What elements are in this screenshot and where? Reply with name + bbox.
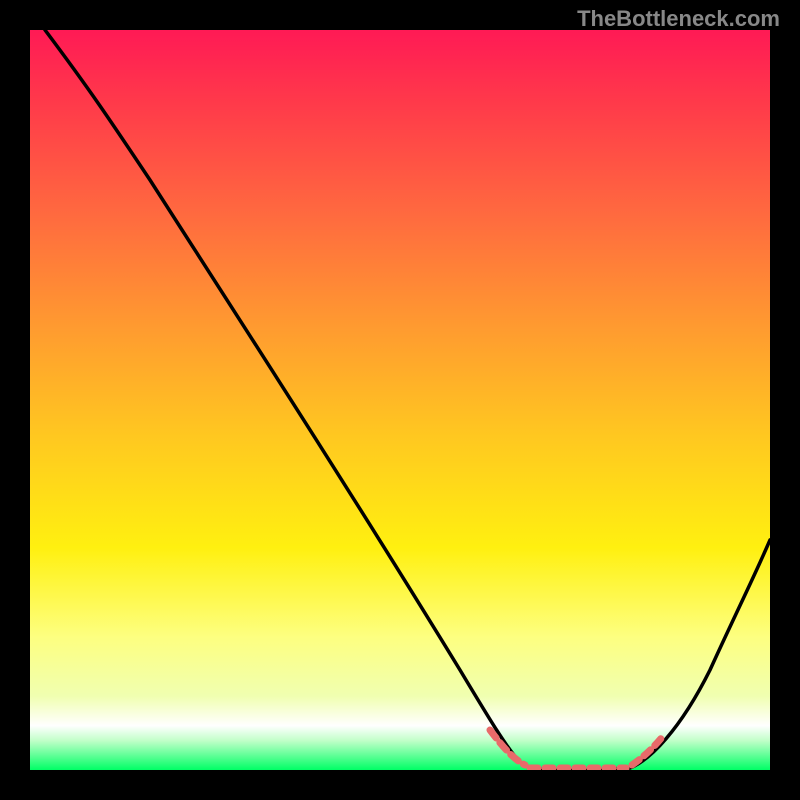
optimal-region-dashes (30, 30, 770, 770)
dash-left (490, 730, 525, 765)
watermark-text: TheBottleneck.com (577, 6, 780, 32)
dash-right (632, 736, 663, 765)
